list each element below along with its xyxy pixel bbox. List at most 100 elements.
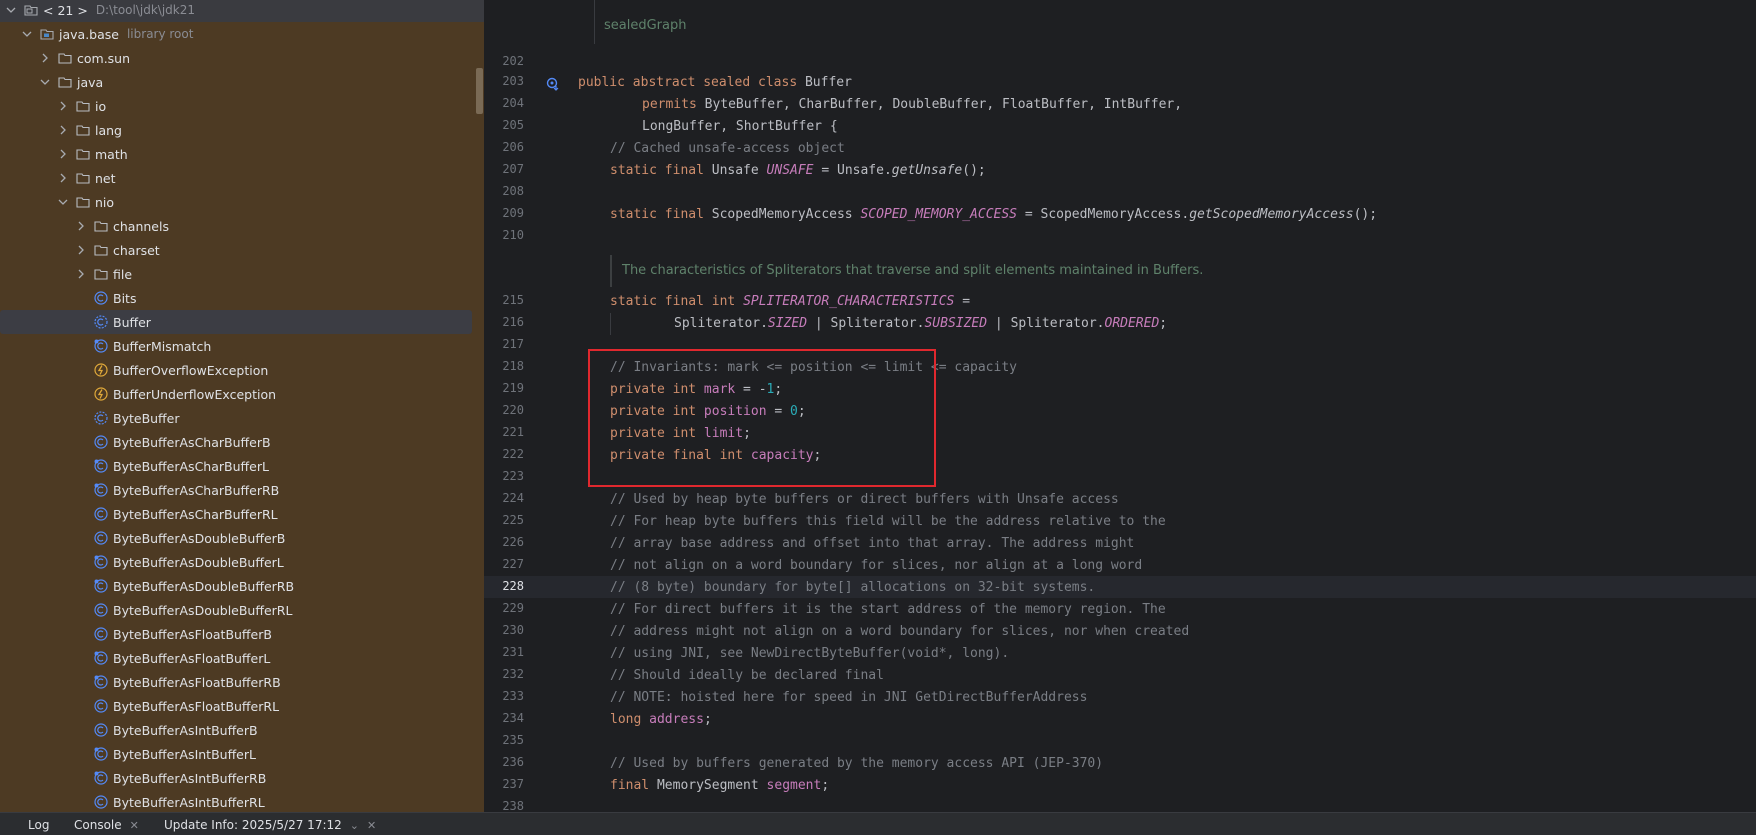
chevron-right-icon[interactable]	[58, 101, 68, 111]
tree-item[interactable]: com.sun	[0, 46, 484, 70]
tree-item[interactable]: file	[0, 262, 484, 286]
code-line-224[interactable]: // Used by heap byte buffers or direct b…	[610, 489, 1119, 511]
tree-item[interactable]: net	[0, 166, 484, 190]
chevron-right-icon[interactable]	[76, 221, 86, 231]
tree-item[interactable]: BufferUnderflowException	[0, 382, 484, 406]
tree-item[interactable]: BufferMismatch	[0, 334, 484, 358]
code-line-205[interactable]: LongBuffer, ShortBuffer {	[642, 116, 838, 138]
line-number[interactable]: 204	[484, 92, 524, 114]
chevron-down-icon[interactable]	[22, 29, 32, 39]
tree-item[interactable]: ByteBufferAsIntBufferRB	[0, 766, 484, 790]
tree-item[interactable]: ByteBufferAsDoubleBufferRL	[0, 598, 484, 622]
implemented-by-icon[interactable]	[546, 77, 560, 91]
line-number[interactable]: 235	[484, 729, 524, 751]
code-line-207[interactable]: static final Unsafe UNSAFE = Unsafe.getU…	[610, 160, 986, 182]
line-number[interactable]: 226	[484, 531, 524, 553]
code-line-215[interactable]: static final int SPLITERATOR_CHARACTERIS…	[610, 291, 970, 313]
tree-item[interactable]: ByteBufferAsIntBufferRL	[0, 790, 484, 812]
tree-item[interactable]: ByteBufferAsCharBufferL	[0, 454, 484, 478]
line-number[interactable]: 207	[484, 158, 524, 180]
line-number[interactable]: 218	[484, 355, 524, 377]
line-number[interactable]: 230	[484, 619, 524, 641]
code-line-232[interactable]: // Should ideally be declared final	[610, 665, 884, 687]
line-number-gutter[interactable]: 202 203 204 205 206 207 208 209 210 215 216 217 218 2…	[484, 0, 524, 812]
chevron-right-icon[interactable]	[58, 125, 68, 135]
tab-update-info[interactable]: Update Info: 2025/5/27 17:12 ⌄ ✕	[164, 818, 376, 832]
tree-item[interactable]: java.base library root	[0, 22, 484, 46]
tree-item[interactable]: charset	[0, 238, 484, 262]
line-number[interactable]: 234	[484, 707, 524, 729]
tree-item[interactable]: ByteBufferAsFloatBufferB	[0, 622, 484, 646]
tree-item[interactable]: BufferOverflowException	[0, 358, 484, 382]
line-number[interactable]: 232	[484, 663, 524, 685]
chevron-down-icon[interactable]	[58, 197, 68, 207]
line-number[interactable]: 229	[484, 597, 524, 619]
line-number[interactable]: 202	[484, 50, 524, 72]
tab-log[interactable]: Log	[28, 818, 49, 832]
code-line-237[interactable]: final MemorySegment segment;	[610, 775, 829, 797]
tree-scrollbar[interactable]	[476, 68, 483, 114]
tree-item[interactable]: ByteBufferAsFloatBufferRL	[0, 694, 484, 718]
chevron-right-icon[interactable]	[76, 245, 86, 255]
chevron-down-icon[interactable]	[40, 77, 50, 87]
line-number[interactable]: 210	[484, 224, 524, 246]
tree-item[interactable]: Bits	[0, 286, 484, 310]
code-line-209[interactable]: static final ScopedMemoryAccess SCOPED_M…	[610, 204, 1377, 226]
code-line-216[interactable]: Spliterator.SIZED | Spliterator.SUBSIZED…	[674, 313, 1167, 335]
line-number[interactable]: 225	[484, 509, 524, 531]
tree-item[interactable]: ByteBufferAsDoubleBufferRB	[0, 574, 484, 598]
tree-sdk-row[interactable]: < 21 > D:\tool\jdk\jdk21	[0, 0, 484, 22]
line-number[interactable]: 231	[484, 641, 524, 663]
line-number[interactable]: 215	[484, 289, 524, 311]
chevron-right-icon[interactable]	[58, 149, 68, 159]
code-line-236[interactable]: // Used by buffers generated by the memo…	[610, 753, 1103, 775]
line-number[interactable]: 223	[484, 465, 524, 487]
line-number[interactable]: 203	[484, 70, 524, 92]
code-line-234[interactable]: long address;	[610, 709, 712, 731]
code-line-228[interactable]: // (8 byte) boundary for byte[] allocati…	[610, 577, 1095, 599]
line-number[interactable]: 233	[484, 685, 524, 707]
tree-item[interactable]: channels	[0, 214, 484, 238]
tree-item[interactable]: java	[0, 70, 484, 94]
code-line-225[interactable]: // For heap byte buffers this field will…	[610, 511, 1166, 533]
tree-item[interactable]: ByteBufferAsDoubleBufferL	[0, 550, 484, 574]
doc-comment-spliterator[interactable]: The characteristics of Spliterators that…	[610, 255, 1203, 287]
line-number[interactable]: 222	[484, 443, 524, 465]
tree-item[interactable]: ByteBufferAsDoubleBufferB	[0, 526, 484, 550]
chevron-right-icon[interactable]	[40, 53, 50, 63]
line-number[interactable]: 209	[484, 202, 524, 224]
line-number[interactable]: 220	[484, 399, 524, 421]
line-number[interactable]: 237	[484, 773, 524, 795]
close-icon[interactable]: ✕	[367, 819, 376, 832]
line-number[interactable]: 228	[484, 575, 524, 597]
code-line-231[interactable]: // using JNI, see NewDirectByteBuffer(vo…	[610, 643, 1009, 665]
tree-item[interactable]: ByteBufferAsCharBufferRB	[0, 478, 484, 502]
code-line-230[interactable]: // address might not align on a word bou…	[610, 621, 1189, 643]
tree-item[interactable]: nio	[0, 190, 484, 214]
tree-item[interactable]: math	[0, 142, 484, 166]
line-number[interactable]: 219	[484, 377, 524, 399]
tree-item[interactable]: io	[0, 94, 484, 118]
line-number[interactable]: 221	[484, 421, 524, 443]
line-number[interactable]: 208	[484, 180, 524, 202]
tree-item[interactable]: ByteBufferAsCharBufferB	[0, 430, 484, 454]
line-number[interactable]: 227	[484, 553, 524, 575]
tree-item[interactable]: ByteBufferAsCharBufferRL	[0, 502, 484, 526]
chevron-right-icon[interactable]	[58, 173, 68, 183]
close-icon[interactable]: ✕	[130, 819, 139, 832]
code-line-233[interactable]: // NOTE: hoisted here for speed in JNI G…	[610, 687, 1087, 709]
line-number[interactable]: 206	[484, 136, 524, 158]
chevron-down-icon[interactable]: ⌄	[350, 819, 359, 832]
tree-item[interactable]: ByteBufferAsFloatBufferL	[0, 646, 484, 670]
tree-item[interactable]: Buffer	[0, 310, 472, 334]
tab-console[interactable]: Console ✕	[74, 818, 139, 832]
tree-item[interactable]: ByteBufferAsFloatBufferRB	[0, 670, 484, 694]
line-number[interactable]: 238	[484, 795, 524, 812]
line-number[interactable]: 217	[484, 333, 524, 355]
tree-item[interactable]: ByteBufferAsIntBufferB	[0, 718, 484, 742]
line-number[interactable]: 216	[484, 311, 524, 333]
line-number[interactable]: 236	[484, 751, 524, 773]
line-number[interactable]: 205	[484, 114, 524, 136]
line-number[interactable]: 224	[484, 487, 524, 509]
code-line-204[interactable]: permits ByteBuffer, CharBuffer, DoubleBu…	[642, 94, 1182, 116]
